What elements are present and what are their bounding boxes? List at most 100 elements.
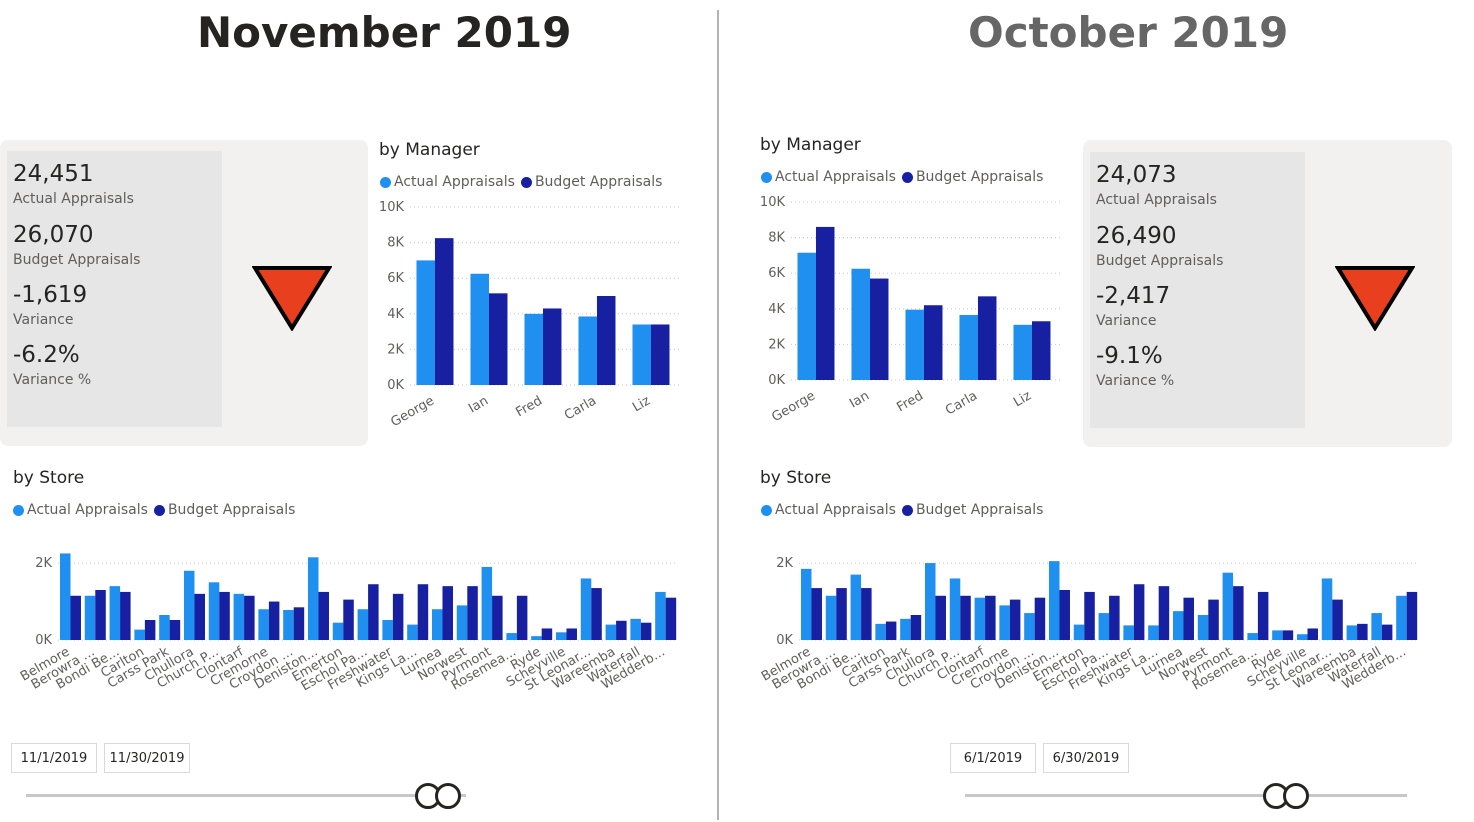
date-slider-track[interactable]: [26, 794, 466, 797]
bar-budget[interactable]: [1084, 591, 1095, 640]
bar-actual[interactable]: [159, 615, 170, 640]
legend-item-actual[interactable]: Actual Appraisals: [380, 174, 515, 190]
bar-actual[interactable]: [258, 609, 269, 640]
bar-actual[interactable]: [84, 595, 96, 640]
bar-budget[interactable]: [417, 584, 429, 640]
bar-budget[interactable]: [1406, 591, 1418, 640]
bar-actual[interactable]: [1321, 578, 1333, 640]
bar-budget[interactable]: [318, 591, 329, 640]
bar-actual[interactable]: [578, 316, 597, 385]
legend-item-actual[interactable]: Actual Appraisals: [761, 502, 896, 518]
bar-budget[interactable]: [492, 595, 503, 640]
bar-budget[interactable]: [1109, 595, 1120, 640]
bar-budget[interactable]: [811, 588, 822, 640]
bar-budget[interactable]: [70, 595, 81, 640]
kpi-card[interactable]: 24,073 Actual Appraisals 26,490 Budget A…: [1083, 140, 1452, 447]
bar-budget[interactable]: [1307, 628, 1318, 640]
bar-actual[interactable]: [283, 610, 294, 640]
bar-actual[interactable]: [924, 563, 936, 640]
bar-actual[interactable]: [851, 268, 870, 380]
bar-actual[interactable]: [431, 609, 443, 640]
bar-budget[interactable]: [343, 599, 354, 640]
bar-actual[interactable]: [1024, 613, 1035, 640]
legend-item-budget[interactable]: Budget Appraisals: [901, 169, 1043, 185]
bar-actual[interactable]: [407, 624, 418, 640]
bar-budget[interactable]: [1357, 623, 1368, 640]
bar-actual[interactable]: [999, 605, 1010, 640]
legend-item-actual[interactable]: Actual Appraisals: [13, 502, 148, 518]
bar-budget[interactable]: [1059, 590, 1070, 640]
start-date-input[interactable]: 6/1/2019: [950, 743, 1036, 773]
bar-budget[interactable]: [885, 621, 897, 640]
bar-budget[interactable]: [596, 296, 616, 385]
bar-actual[interactable]: [470, 273, 489, 385]
bar-actual[interactable]: [531, 636, 542, 640]
bar-actual[interactable]: [1098, 613, 1110, 640]
bar-actual[interactable]: [825, 595, 837, 640]
kpi-card[interactable]: 24,451 Actual Appraisals 26,070 Budget A…: [0, 140, 368, 446]
bar-actual[interactable]: [1048, 561, 1060, 640]
bar-actual[interactable]: [1197, 615, 1209, 640]
bar-actual[interactable]: [555, 632, 567, 640]
bar-budget[interactable]: [120, 591, 131, 640]
bar-budget[interactable]: [1233, 586, 1244, 640]
legend-item-budget[interactable]: Budget Appraisals: [901, 502, 1043, 518]
bar-actual[interactable]: [456, 605, 468, 640]
bar-actual[interactable]: [850, 574, 862, 640]
bar-budget[interactable]: [368, 584, 379, 640]
bar-actual[interactable]: [800, 568, 812, 640]
bar-budget[interactable]: [95, 590, 106, 640]
bar-budget[interactable]: [467, 586, 478, 640]
bar-actual[interactable]: [506, 633, 517, 640]
bar-budget[interactable]: [815, 226, 835, 380]
date-slider-track[interactable]: [965, 794, 1407, 797]
bar-budget[interactable]: [194, 593, 205, 640]
bar-budget[interactable]: [1208, 599, 1219, 640]
bar-budget[interactable]: [516, 595, 528, 640]
bar-budget[interactable]: [268, 601, 280, 640]
bar-actual[interactable]: [949, 578, 961, 640]
date-slider-end-handle[interactable]: [1283, 783, 1310, 809]
bar-budget[interactable]: [434, 238, 454, 385]
bar-actual[interactable]: [1346, 625, 1358, 640]
bar-budget[interactable]: [869, 278, 889, 380]
bar-budget[interactable]: [1133, 584, 1145, 640]
bar-actual[interactable]: [905, 309, 924, 380]
bar-actual[interactable]: [307, 557, 319, 640]
bar-actual[interactable]: [1073, 624, 1085, 640]
bar-actual[interactable]: [332, 622, 344, 640]
bar-budget[interactable]: [169, 620, 181, 640]
bar-budget[interactable]: [566, 628, 577, 640]
bar-actual[interactable]: [382, 620, 393, 640]
bar-budget[interactable]: [541, 628, 553, 640]
bar-budget[interactable]: [1031, 321, 1051, 380]
bar-budget[interactable]: [219, 591, 230, 640]
bar-actual[interactable]: [208, 582, 220, 640]
bar-actual[interactable]: [900, 618, 911, 640]
bar-budget[interactable]: [650, 324, 670, 385]
bar-actual[interactable]: [1296, 634, 1308, 640]
bar-budget[interactable]: [861, 588, 872, 640]
bar-budget[interactable]: [591, 588, 602, 640]
bar-budget[interactable]: [392, 593, 404, 640]
bar-actual[interactable]: [109, 586, 121, 640]
bar-actual[interactable]: [416, 260, 435, 385]
bar-actual[interactable]: [580, 578, 592, 640]
bar-budget[interactable]: [144, 620, 156, 640]
legend-item-budget[interactable]: Budget Appraisals: [153, 502, 295, 518]
bar-actual[interactable]: [1123, 625, 1134, 640]
bar-budget[interactable]: [985, 595, 996, 640]
bar-budget[interactable]: [1183, 597, 1194, 640]
bar-budget[interactable]: [442, 586, 453, 640]
bar-actual[interactable]: [481, 566, 493, 640]
bar-budget[interactable]: [923, 305, 943, 380]
bar-budget[interactable]: [836, 588, 847, 640]
bar-actual[interactable]: [959, 315, 978, 380]
bar-budget[interactable]: [910, 615, 922, 640]
start-date-input[interactable]: 11/1/2019: [11, 743, 97, 773]
bar-budget[interactable]: [935, 595, 946, 640]
bar-actual[interactable]: [1013, 324, 1032, 380]
bar-actual[interactable]: [974, 597, 986, 640]
bar-actual[interactable]: [1396, 595, 1407, 640]
bar-budget[interactable]: [1257, 591, 1269, 640]
